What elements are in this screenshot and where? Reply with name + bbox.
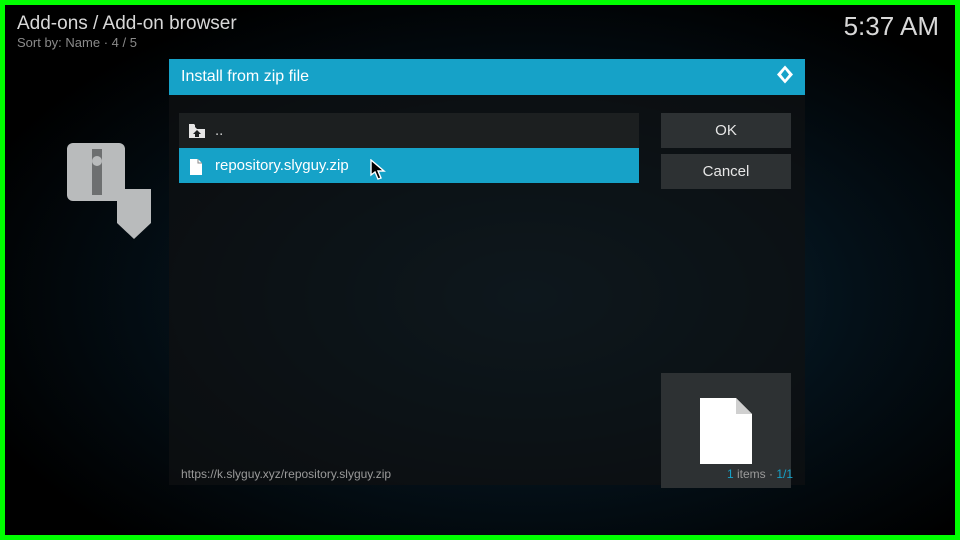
parent-directory-row[interactable]: .. [179, 113, 639, 148]
install-from-zip-dialog: Install from zip file .. repository.slyg… [169, 59, 805, 485]
footer-path: https://k.slyguy.xyz/repository.slyguy.z… [181, 467, 391, 481]
zip-install-icon [67, 143, 157, 243]
dialog-title: Install from zip file [181, 68, 309, 86]
file-list: .. repository.slyguy.zip [179, 113, 639, 453]
cancel-button[interactable]: Cancel [661, 154, 791, 189]
file-name: repository.slyguy.zip [215, 157, 349, 174]
folder-up-icon [189, 124, 205, 138]
screen: Add-ons / Add-on browser Sort by: Name ·… [5, 5, 955, 535]
dialog-header: Install from zip file [169, 59, 805, 95]
dialog-body: .. repository.slyguy.zip OK Cancel [169, 95, 805, 463]
footer-count: 1 items · 1/1 [727, 467, 793, 481]
parent-directory-label: .. [215, 122, 223, 139]
document-icon [698, 396, 754, 466]
clock: 5:37 AM [844, 11, 939, 42]
sort-status: Sort by: Name · 4 / 5 [17, 35, 137, 50]
ok-button[interactable]: OK [661, 113, 791, 148]
kodi-logo-icon [775, 65, 795, 90]
breadcrumb: Add-ons / Add-on browser [17, 13, 237, 35]
file-row[interactable]: repository.slyguy.zip [179, 148, 639, 183]
dialog-buttons: OK Cancel [661, 113, 791, 195]
dialog-footer: https://k.slyguy.xyz/repository.slyguy.z… [169, 463, 805, 485]
file-icon [189, 159, 205, 173]
